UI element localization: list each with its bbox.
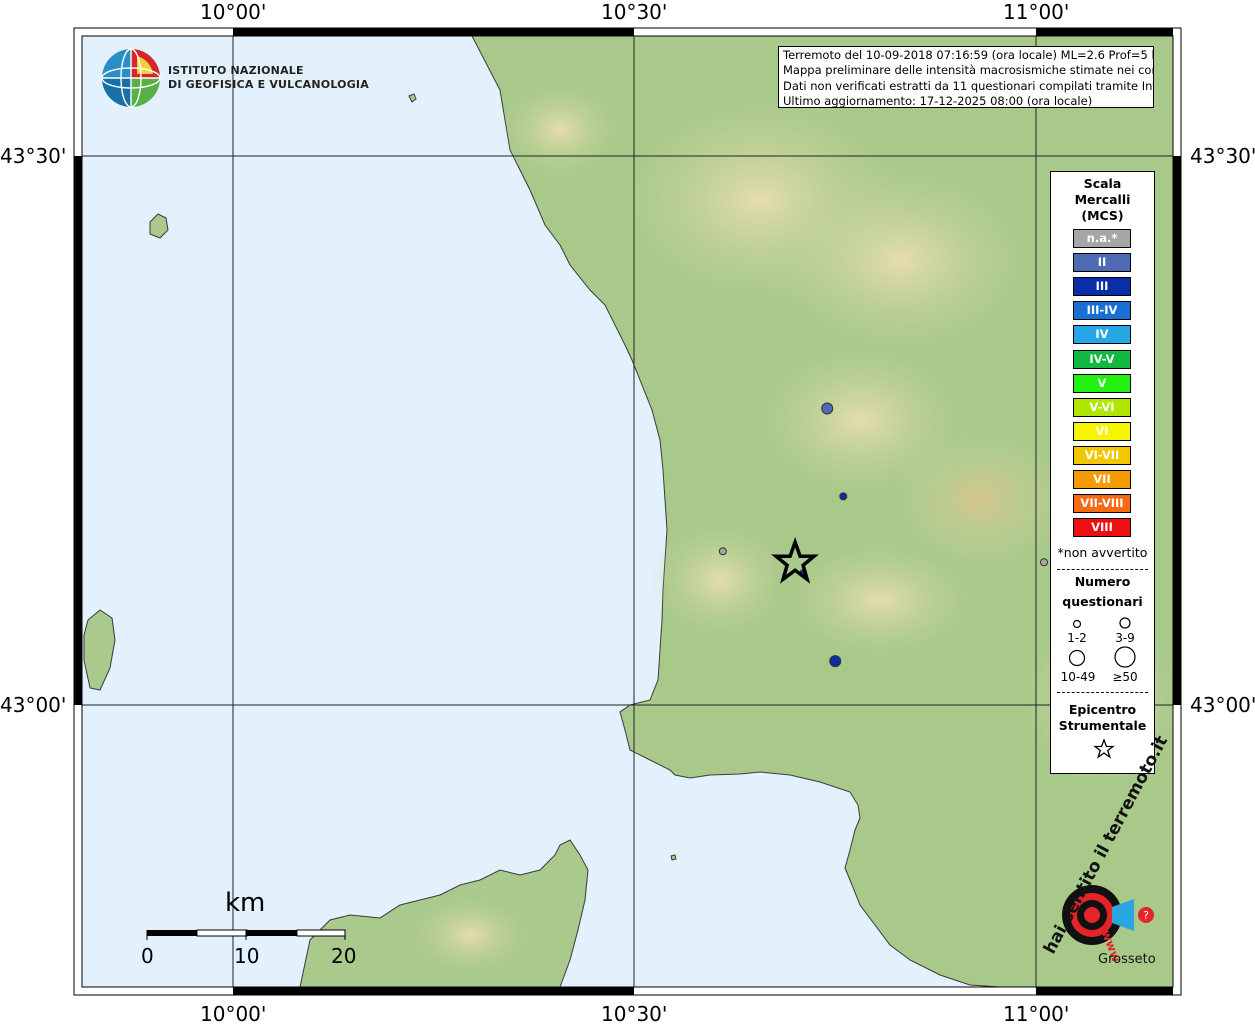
svg-text:?: ? (1143, 909, 1149, 922)
legend-swatch-vii: VII (1073, 470, 1131, 489)
relief-hill (410, 895, 530, 975)
legend-swatch-v-vi: V-VI (1073, 397, 1131, 417)
relief-hill (650, 520, 790, 640)
count-label-50plus: ≥50 (1112, 670, 1138, 684)
size-symbol-3-9 (1119, 617, 1131, 629)
legend-swatch-na: n.a.* (1073, 229, 1131, 248)
legend-swatch-v: V (1073, 373, 1131, 393)
legend-swatch-iv: IV (1073, 325, 1131, 345)
lon-label-top-10-00: 10°00' (200, 0, 267, 24)
relief-hill (750, 340, 970, 500)
legend-star-icon (1093, 738, 1115, 759)
legend-title-line3: (MCS) (1081, 208, 1124, 223)
legend-swatch-vi: VI (1073, 421, 1131, 441)
legend-swatch-vi-vii: VI-VII (1073, 445, 1131, 465)
legend-epi-title1: Epicentro (1068, 702, 1137, 717)
lat-label-left-43-00: 43°00' (0, 693, 67, 717)
lat-label-left-43-30: 43°30' (0, 144, 67, 168)
size-symbol-50plus (1114, 646, 1136, 668)
info-line-3: Dati non verificati estratti da 11 quest… (783, 78, 1154, 93)
event-info-box: Terremoto del 10-09-2018 07:16:59 (ora l… (778, 46, 1154, 108)
scalebar-unit: km (225, 888, 266, 918)
ingv-logo-icon (101, 48, 161, 108)
scalebar-label-10: 10 (234, 944, 260, 968)
legend-title-line2: Mercalli (1074, 192, 1131, 207)
info-line-1: Terremoto del 10-09-2018 07:16:59 (ora l… (783, 48, 1154, 62)
intensity-point[interactable] (1040, 558, 1049, 567)
intensity-point[interactable] (839, 492, 848, 501)
legend-count-title1: Numero (1074, 574, 1131, 589)
legend-count-title2: questionari (1062, 594, 1143, 609)
legend-swatch-iii-iv: III-IV (1073, 301, 1131, 321)
brand-city: Grosseto (1098, 952, 1156, 967)
size-symbol-1-2 (1072, 619, 1082, 629)
legend-title: Scala Mercalli (MCS) (1051, 176, 1154, 224)
info-line-2: Mappa preliminare delle intensità macros… (783, 63, 1154, 78)
legend-swatch-ii: II (1073, 253, 1131, 273)
lat-label-right-43-00: 43°00' (1190, 693, 1255, 717)
legend-swatch-iii: III (1073, 277, 1131, 297)
legend-title-line1: Scala (1083, 176, 1122, 191)
ingv-logo-line1: ISTITUTO NAZIONALE (168, 64, 304, 77)
cerboli-islet (670, 854, 677, 861)
size-symbol-10-49 (1068, 649, 1086, 667)
legend-panel: Scala Mercalli (MCS) n.a.* II III III-IV IV I… (1050, 171, 1155, 774)
legend-swatch-iv-v: IV-V (1073, 349, 1131, 369)
intensity-point[interactable] (718, 547, 727, 556)
lon-label-top-11-00: 11°00' (1003, 0, 1070, 24)
count-label-1-2: 1-2 (1067, 631, 1087, 645)
relief-hill (500, 80, 620, 180)
legend-epi-title2: Strumentale (1058, 718, 1147, 733)
lon-label-bottom-10-00: 10°00' (200, 1002, 267, 1026)
count-label-3-9: 3-9 (1115, 631, 1135, 645)
count-label-10-49: 10-49 (1060, 670, 1096, 684)
intensity-point[interactable] (829, 655, 842, 668)
lon-label-top-10-30: 10°30' (601, 0, 668, 24)
lon-label-bottom-11-00: 11°00' (1003, 1002, 1070, 1026)
legend-separator (1057, 569, 1148, 570)
legend-swatch-vii-viii: VII-VIII (1073, 494, 1131, 514)
ingv-logo-text: ISTITUTO NAZIONALE DI GEOFISICA E VULCAN… (168, 64, 369, 92)
intensity-point[interactable] (821, 402, 834, 415)
lat-label-right-43-30: 43°30' (1190, 144, 1255, 168)
legend-swatch-viii: VIII (1073, 518, 1131, 538)
lon-label-bottom-10-30: 10°30' (601, 1002, 668, 1026)
scalebar-label-20: 20 (331, 944, 357, 968)
legend-separator (1057, 692, 1148, 693)
relief-hill (760, 160, 1040, 360)
scalebar-label-0: 0 (141, 944, 154, 968)
ingv-logo-line2: DI GEOFISICA E VULCANOLOGIA (168, 78, 369, 91)
info-line-4: Ultimo aggiornamento: 17-12-2025 08:00 (… (783, 93, 1093, 108)
legend-note: *non avvertito (1057, 545, 1148, 560)
